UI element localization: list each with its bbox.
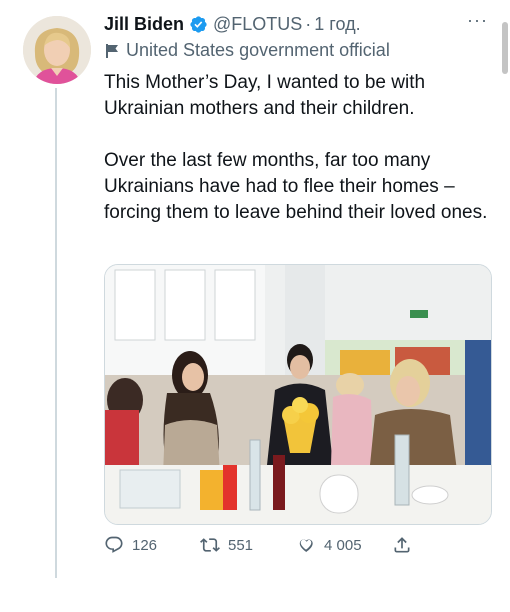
retweet-icon [200, 538, 220, 552]
author-handle[interactable]: @FLOTUS [213, 14, 302, 35]
reply-button[interactable]: 126 [104, 535, 200, 555]
tweet-text: This Mother’s Day, I wanted to be with U… [104, 70, 494, 226]
account-label-text: United States government official [126, 40, 390, 60]
tweet-paragraph: This Mother’s Day, I wanted to be with U… [104, 72, 426, 119]
scrollbar[interactable] [502, 22, 508, 74]
tweet-photo[interactable] [104, 264, 492, 525]
flag-icon [106, 43, 118, 58]
account-label: United States government official [104, 40, 390, 61]
tweet-timestamp[interactable]: 1 год. [314, 14, 360, 35]
retweet-count: 551 [228, 536, 254, 554]
tweet-paragraph: Over the last few months, far too many U… [104, 150, 488, 223]
more-options-icon[interactable]: ··· [467, 10, 488, 31]
like-icon [299, 539, 313, 553]
tweet-header: Jill Biden @FLOTUS · 1 год. [104, 11, 470, 37]
like-count: 4 005 [324, 536, 362, 554]
reply-count: 126 [132, 536, 158, 554]
tweet-actions: 126 551 4 005 [104, 532, 420, 558]
author-display-name[interactable]: Jill Biden [104, 14, 184, 35]
retweet-button[interactable]: 551 [200, 535, 296, 555]
share-button[interactable] [392, 535, 420, 555]
verified-badge-icon [190, 15, 207, 33]
reply-icon [105, 536, 123, 553]
header-separator: · [305, 13, 312, 34]
like-button[interactable]: 4 005 [296, 535, 392, 555]
share-icon [394, 537, 410, 553]
avatar[interactable] [23, 16, 91, 84]
thread-line [55, 88, 57, 578]
